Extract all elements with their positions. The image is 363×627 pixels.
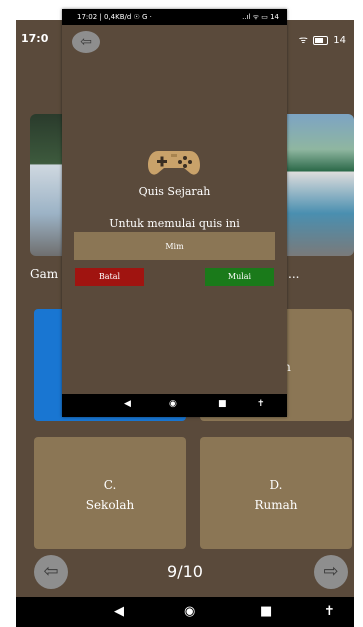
dialog-back-button[interactable]: ⇦ bbox=[72, 31, 100, 53]
option-c-text: Sekolah bbox=[85, 498, 135, 512]
dialog-title: Quis Sejarah bbox=[138, 185, 211, 198]
accessibility-icon[interactable]: ✝ bbox=[324, 604, 335, 619]
dialog-navigation-bar: ◀ ◉ ■ ✝ bbox=[62, 394, 287, 417]
option-d-letter: D. bbox=[269, 478, 283, 492]
back-nav-icon[interactable]: ◀ bbox=[124, 399, 131, 409]
option-d-text: Rumah bbox=[254, 498, 298, 512]
next-question-button[interactable]: ⇨ bbox=[314, 555, 348, 589]
option-c[interactable]: C. Sekolah bbox=[34, 437, 186, 549]
battery-level: 14 bbox=[333, 35, 346, 46]
back-nav-icon[interactable]: ◀ bbox=[114, 604, 124, 619]
gamepad-icon bbox=[148, 151, 200, 175]
cancel-button[interactable]: Batal bbox=[75, 268, 144, 286]
dialog-subtitle: Untuk memulai quis ini bbox=[109, 217, 240, 230]
recents-nav-icon[interactable]: ■ bbox=[260, 604, 272, 619]
dialog-status-icons: ..ıl ᯤ ▭ 14 bbox=[242, 13, 279, 21]
arrow-right-icon: ⇨ bbox=[323, 561, 339, 582]
status-time: 17:0 bbox=[21, 32, 49, 45]
battery-icon bbox=[313, 35, 329, 45]
wifi-icon: ᯤ bbox=[298, 35, 312, 46]
option-d[interactable]: D. Rumah bbox=[200, 437, 352, 549]
home-nav-icon[interactable]: ◉ bbox=[169, 399, 177, 409]
start-button[interactable]: Mulai bbox=[205, 268, 274, 286]
start-quiz-dialog: 17:02 | 0,4KB/d ☉ G · ..ıl ᯤ ▭ 14 ⇦ Quis… bbox=[62, 9, 287, 417]
image-caption: Gam bbox=[30, 267, 59, 281]
home-nav-icon[interactable]: ◉ bbox=[184, 604, 195, 619]
recents-nav-icon[interactable]: ■ bbox=[218, 399, 227, 409]
name-input[interactable] bbox=[74, 232, 275, 260]
arrow-left-icon: ⇦ bbox=[80, 34, 92, 50]
accessibility-icon[interactable]: ✝ bbox=[257, 399, 265, 409]
status-icons: ᯤ 14 bbox=[299, 32, 346, 46]
dialog-status-time: 17:02 | 0,4KB/d ☉ G · bbox=[77, 13, 152, 21]
system-navigation-bar: ◀ ◉ ■ ✝ bbox=[16, 597, 354, 627]
image-caption-ellipsis: ... bbox=[288, 267, 300, 281]
question-progress: 9/10 bbox=[167, 562, 203, 581]
dialog-status-bar: 17:02 | 0,4KB/d ☉ G · ..ıl ᯤ ▭ 14 bbox=[62, 9, 287, 25]
question-image-right bbox=[286, 114, 354, 256]
option-c-letter: C. bbox=[103, 478, 117, 492]
